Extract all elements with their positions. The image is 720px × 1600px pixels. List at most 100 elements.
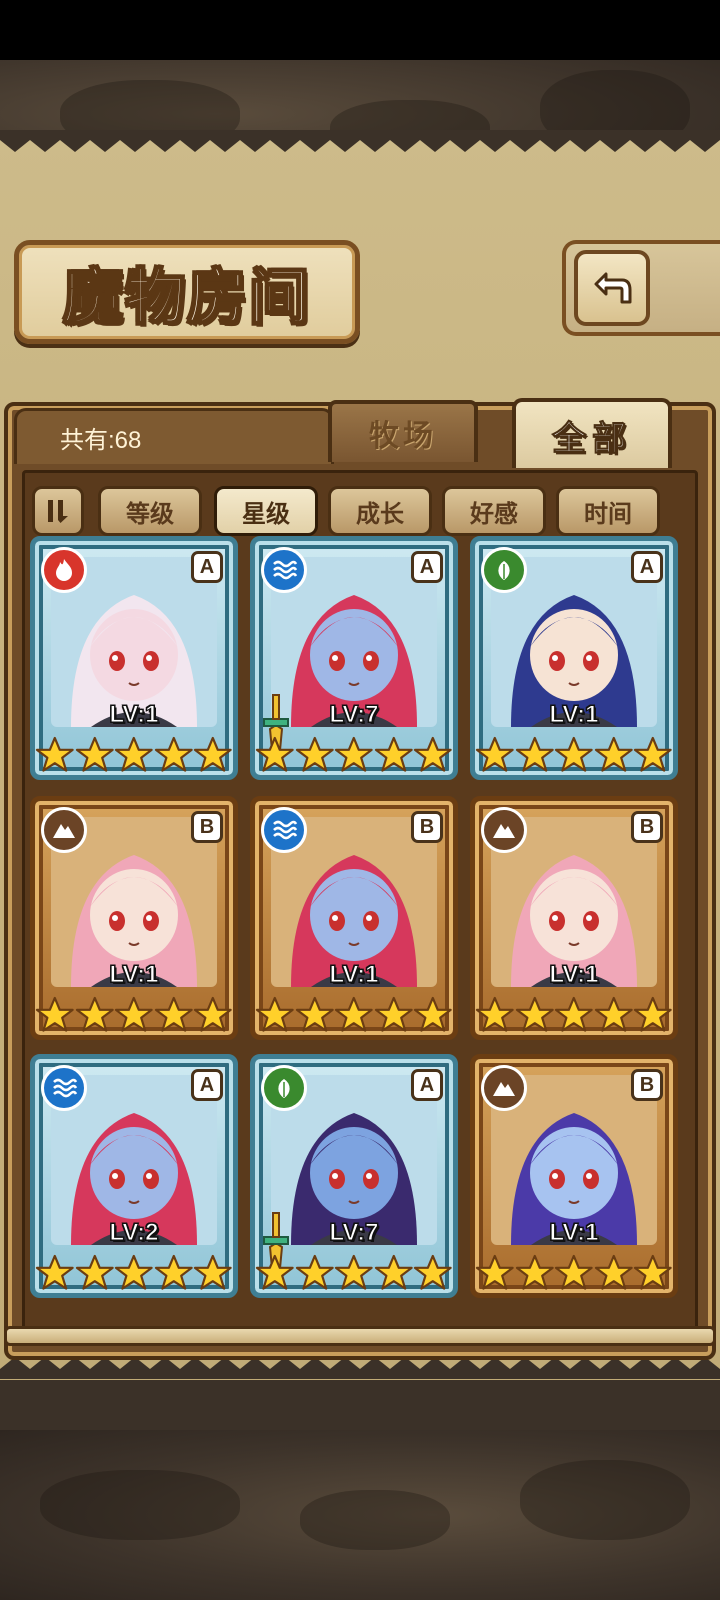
rank-badge: A	[631, 551, 663, 583]
monster-level: LV:7	[329, 1219, 379, 1247]
rank-badge: A	[411, 1069, 443, 1101]
star-icon	[633, 995, 673, 1035]
rank-badge: A	[191, 551, 223, 583]
star-icon	[255, 735, 295, 775]
sort-bar: 等级 星级 成长 好感 时间	[30, 484, 680, 540]
star-icon	[374, 995, 414, 1035]
page-title: 魔物房间	[62, 262, 311, 334]
monster-level: LV:1	[329, 961, 379, 989]
monster-card[interactable]: A LV:1	[30, 536, 238, 780]
monster-card[interactable]: B LV:1	[470, 1054, 678, 1298]
monster-level: LV:2	[109, 1219, 159, 1247]
star-icon	[413, 1253, 453, 1293]
star-icon	[255, 995, 295, 1035]
star-icon	[413, 735, 453, 775]
monster-level: LV:1	[109, 961, 159, 989]
rank-badge: B	[631, 811, 663, 843]
sort-star-button[interactable]: 星级	[214, 486, 318, 536]
back-button-holder	[562, 240, 720, 336]
star-rating	[475, 1253, 673, 1293]
sort-time-button[interactable]: 时间	[556, 486, 660, 536]
sort-affection-button[interactable]: 好感	[442, 486, 546, 536]
star-icon	[295, 1253, 335, 1293]
star-icon	[374, 735, 414, 775]
star-icon	[193, 735, 233, 775]
star-rating	[35, 1253, 233, 1293]
monster-card[interactable]: A LV:7	[250, 536, 458, 780]
star-icon	[35, 735, 75, 775]
panel-bottom-rail	[4, 1326, 716, 1346]
star-icon	[554, 735, 594, 775]
water-element-icon	[261, 807, 307, 853]
monster-card[interactable]: B LV:1	[250, 796, 458, 1040]
star-icon	[295, 735, 335, 775]
star-icon	[255, 1253, 295, 1293]
nature-element-icon	[481, 547, 527, 593]
water-element-icon	[41, 1065, 87, 1111]
star-icon	[554, 995, 594, 1035]
monster-level: LV:1	[549, 701, 599, 729]
monster-card[interactable]: B LV:1	[470, 796, 678, 1040]
water-element-icon	[261, 547, 307, 593]
star-icon	[334, 995, 374, 1035]
star-icon	[154, 735, 194, 775]
rank-badge: A	[411, 551, 443, 583]
tab-all[interactable]: 全部	[512, 398, 672, 468]
earth-element-icon	[481, 807, 527, 853]
star-icon	[75, 1253, 115, 1293]
monster-level: LV:1	[109, 701, 159, 729]
star-icon	[594, 735, 634, 775]
monster-level: LV:1	[549, 961, 599, 989]
star-icon	[295, 995, 335, 1035]
monster-card[interactable]: B LV:1	[30, 796, 238, 1040]
star-icon	[193, 1253, 233, 1293]
back-arrow-icon	[594, 272, 632, 304]
star-rating	[475, 735, 673, 775]
star-icon	[75, 995, 115, 1035]
earth-element-icon	[481, 1065, 527, 1111]
star-icon	[554, 1253, 594, 1293]
star-rating	[35, 995, 233, 1035]
tab-ranch[interactable]: 牧场	[328, 400, 478, 462]
title-plate: 魔物房间	[14, 240, 360, 344]
sort-order-button[interactable]	[32, 486, 84, 536]
back-button[interactable]	[574, 250, 650, 326]
star-icon	[594, 995, 634, 1035]
sort-order-icon	[48, 500, 68, 523]
star-icon	[35, 995, 75, 1035]
star-icon	[35, 1253, 75, 1293]
star-rating	[255, 1253, 453, 1293]
star-icon	[515, 995, 555, 1035]
sort-level-button[interactable]: 等级	[98, 486, 202, 536]
star-icon	[154, 995, 194, 1035]
star-icon	[594, 1253, 634, 1293]
monster-card[interactable]: A LV:2	[30, 1054, 238, 1298]
star-icon	[114, 995, 154, 1035]
map-background-bottom	[0, 1430, 720, 1600]
star-rating	[35, 735, 233, 775]
sort-growth-button[interactable]: 成长	[328, 486, 432, 536]
monster-card[interactable]: A LV:7	[250, 1054, 458, 1298]
rank-badge: A	[191, 1069, 223, 1101]
star-icon	[633, 735, 673, 775]
star-rating	[255, 995, 453, 1035]
star-icon	[114, 735, 154, 775]
monster-level: LV:7	[329, 701, 379, 729]
star-icon	[193, 995, 233, 1035]
monster-level: LV:1	[549, 1219, 599, 1247]
monster-count: 共有:68	[60, 427, 142, 454]
star-icon	[515, 735, 555, 775]
tab-ranch-label: 牧场	[369, 419, 437, 454]
star-icon	[75, 735, 115, 775]
star-icon	[334, 735, 374, 775]
star-icon	[154, 1253, 194, 1293]
star-icon	[114, 1253, 154, 1293]
tab-all-label: 全部	[552, 418, 632, 459]
rank-badge: B	[631, 1069, 663, 1101]
star-icon	[475, 995, 515, 1035]
star-rating	[255, 735, 453, 775]
monster-card[interactable]: A LV:1	[470, 536, 678, 780]
star-icon	[475, 1253, 515, 1293]
fire-element-icon	[41, 547, 87, 593]
star-icon	[334, 1253, 374, 1293]
